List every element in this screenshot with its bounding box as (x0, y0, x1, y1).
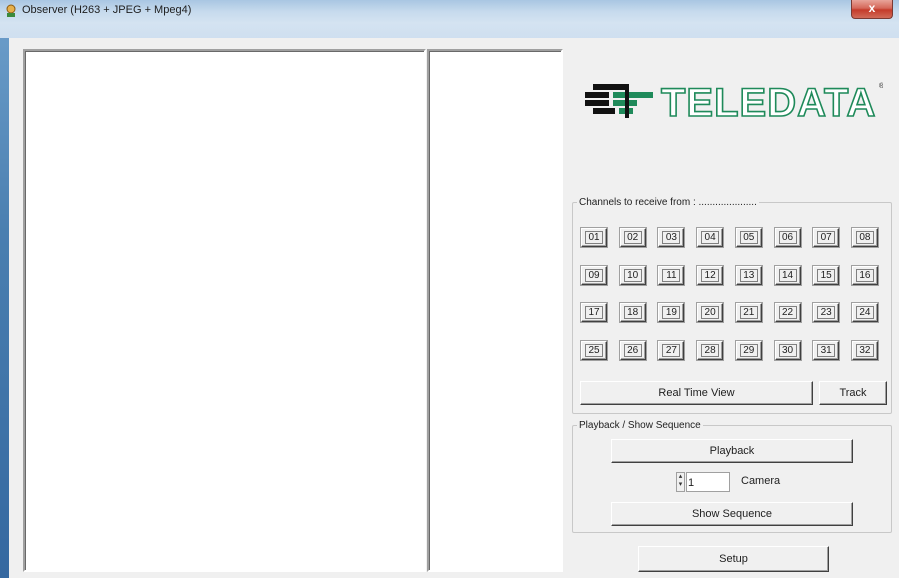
channel-button-label: 16 (855, 268, 874, 282)
channel-button-15[interactable]: 15 (813, 265, 840, 285)
channel-button-label: 08 (855, 231, 874, 244)
camera-spinner[interactable]: ▴ ▾ (676, 472, 685, 492)
channel-button-label: 28 (701, 343, 720, 357)
channel-button-label: 20 (701, 306, 720, 319)
channel-button-25[interactable]: 25 (581, 340, 607, 360)
channel-button-14[interactable]: 14 (774, 265, 801, 285)
channel-button-11[interactable]: 11 (658, 265, 685, 285)
close-icon: x (868, 1, 876, 15)
channel-button-18[interactable]: 18 (619, 303, 646, 322)
channel-button-label: 18 (623, 306, 642, 319)
channel-button-label: 30 (778, 343, 797, 357)
channel-button-label: 26 (623, 343, 642, 357)
channel-button-24[interactable]: 24 (851, 303, 878, 322)
spin-up-icon[interactable]: ▴ (677, 473, 684, 481)
channel-button-27[interactable]: 27 (658, 340, 685, 360)
channels-legend: Channels to receive from : .............… (579, 197, 757, 208)
channel-button-label: 17 (585, 306, 603, 319)
track-label: Track (839, 387, 867, 399)
playback-legend: Playback / Show Sequence (579, 420, 701, 431)
channel-button-09[interactable]: 09 (581, 265, 607, 285)
channel-button-02[interactable]: 02 (619, 228, 646, 247)
channel-button-28[interactable]: 28 (697, 340, 724, 360)
channel-button-label: 22 (778, 306, 797, 319)
channel-button-label: 25 (585, 343, 603, 357)
channel-button-label: 31 (817, 343, 836, 357)
teledata-logo: TELEDATA ® (583, 80, 885, 126)
camera-label: Camera (741, 475, 781, 487)
channel-button-21[interactable]: 21 (735, 303, 762, 322)
channel-button-label: 09 (585, 268, 603, 282)
channel-button-label: 12 (701, 268, 720, 282)
channel-button-31[interactable]: 31 (813, 340, 840, 360)
channel-button-label: 32 (855, 343, 874, 357)
channel-button-label: 07 (817, 231, 836, 244)
real-time-view-button[interactable]: Real Time View (580, 381, 813, 405)
channel-button-30[interactable]: 30 (774, 340, 801, 360)
channel-button-08[interactable]: 08 (851, 228, 878, 247)
channel-button-03[interactable]: 03 (658, 228, 685, 247)
channel-button-label: 03 (662, 231, 681, 244)
app-icon (6, 4, 16, 17)
channel-button-label: 23 (817, 306, 836, 319)
channel-button-label: 24 (855, 306, 874, 319)
channel-button-20[interactable]: 20 (697, 303, 724, 322)
channel-button-label: 01 (585, 231, 603, 244)
channel-button-label: 13 (739, 268, 758, 282)
channel-button-07[interactable]: 07 (813, 228, 840, 247)
playback-label: Playback (709, 445, 755, 457)
channel-button-04[interactable]: 04 (697, 228, 724, 247)
video-display-main[interactable] (23, 49, 426, 572)
real-time-view-label: Real Time View (658, 387, 735, 399)
setup-button[interactable]: Setup (638, 546, 829, 572)
logo-text: TELEDATA (661, 81, 876, 125)
channel-button-06[interactable]: 06 (774, 228, 801, 247)
window-title: Observer (H263 + JPEG + Mpeg4) (22, 4, 192, 16)
channel-button-19[interactable]: 19 (658, 303, 685, 322)
channel-button-16[interactable]: 16 (851, 265, 878, 285)
channel-button-29[interactable]: 29 (735, 340, 762, 360)
video-display-side[interactable] (427, 49, 563, 572)
channel-button-label: 29 (739, 343, 758, 357)
channel-button-26[interactable]: 26 (619, 340, 646, 360)
channel-button-12[interactable]: 12 (697, 265, 724, 285)
track-button[interactable]: Track (819, 381, 887, 405)
title-bar[interactable]: Observer (H263 + JPEG + Mpeg4) x (0, 0, 899, 38)
channel-button-label: 06 (778, 231, 797, 244)
channel-button-10[interactable]: 10 (619, 265, 646, 285)
window-frame-left (0, 0, 9, 578)
channel-button-label: 21 (739, 306, 758, 319)
show-sequence-label: Show Sequence (691, 508, 773, 520)
registered-mark: ® (879, 82, 883, 90)
close-button[interactable]: x (851, 0, 893, 19)
channel-button-22[interactable]: 22 (774, 303, 801, 322)
channel-button-label: 27 (662, 343, 681, 357)
channel-button-label: 10 (623, 268, 642, 282)
channel-button-13[interactable]: 13 (735, 265, 762, 285)
channel-button-label: 14 (778, 268, 797, 282)
channel-button-01[interactable]: 01 (581, 228, 607, 247)
channel-button-label: 04 (701, 231, 720, 244)
channel-button-label: 11 (662, 268, 681, 282)
channel-button-32[interactable]: 32 (851, 340, 878, 360)
channel-button-label: 15 (817, 268, 836, 282)
channel-button-label: 19 (662, 306, 681, 319)
channel-button-label: 02 (623, 231, 642, 244)
setup-label: Setup (719, 553, 748, 565)
channel-button-17[interactable]: 17 (581, 303, 607, 322)
channel-button-23[interactable]: 23 (813, 303, 840, 322)
playback-button[interactable]: Playback (611, 439, 853, 463)
channel-button-05[interactable]: 05 (735, 228, 762, 247)
spin-down-icon[interactable]: ▾ (677, 481, 684, 489)
channel-button-label: 05 (739, 231, 758, 244)
show-sequence-button[interactable]: Show Sequence (611, 502, 853, 526)
camera-number-input[interactable] (686, 472, 730, 492)
